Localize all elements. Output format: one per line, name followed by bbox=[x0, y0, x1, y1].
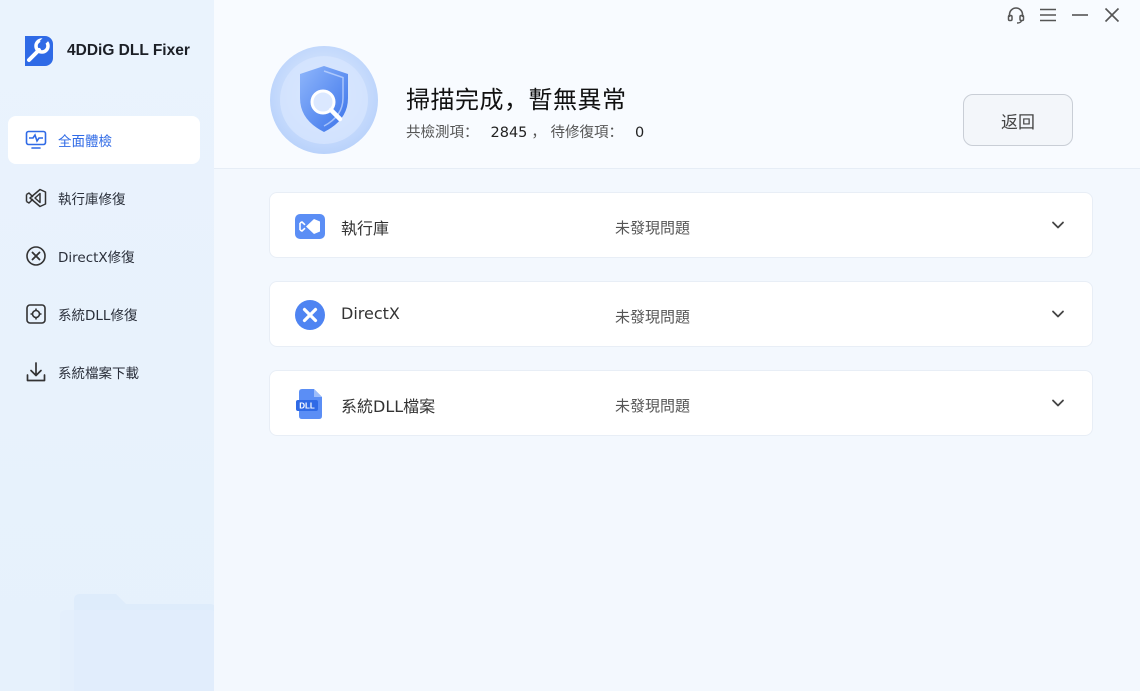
category-card-system-dll[interactable]: DLL 系統DLL檔案 未發現問題 bbox=[269, 370, 1093, 436]
sidebar-item-directx-repair[interactable]: DirectX修復 bbox=[8, 232, 200, 280]
chevron-down-icon[interactable] bbox=[1050, 395, 1066, 411]
sidebar-item-system-file-download[interactable]: 系統檔案下載 bbox=[8, 348, 200, 396]
shield-search-icon bbox=[270, 46, 378, 154]
category-card-runtime[interactable]: 執行庫 未發現問題 bbox=[269, 192, 1093, 258]
sidebar-item-full-checkup[interactable]: 全面體檢 bbox=[8, 116, 200, 164]
total-items-value: 2845 bbox=[490, 125, 528, 141]
scan-category-list: 執行庫 未發現問題 DirectX 未發現問題 DLL 系統DLL檔案 未發現問… bbox=[269, 192, 1093, 459]
sidebar-item-label: 全面體檢 bbox=[58, 134, 112, 150]
directx-icon bbox=[295, 300, 325, 330]
back-button[interactable]: 返回 bbox=[963, 94, 1073, 146]
pending-items-value: 0 bbox=[635, 125, 645, 141]
visual-studio-icon bbox=[295, 214, 325, 239]
scan-result-title: 掃描完成，暫無異常 bbox=[406, 86, 627, 114]
category-card-directx[interactable]: DirectX 未發現問題 bbox=[269, 281, 1093, 347]
sidebar-item-label: 執行庫修復 bbox=[58, 192, 126, 208]
menu-icon[interactable] bbox=[1038, 5, 1058, 25]
chevron-down-icon[interactable] bbox=[1050, 306, 1066, 322]
category-status: 未發現問題 bbox=[615, 397, 691, 415]
sidebar: 4DDiG DLL Fixer 全面體檢 執行庫修復 DirectX修復 系統D… bbox=[0, 0, 214, 691]
total-items-label: 共檢測項： bbox=[406, 125, 479, 141]
stats-separator: ， bbox=[531, 125, 546, 141]
category-name: 系統DLL檔案 bbox=[341, 397, 436, 416]
sidebar-item-label: DirectX修復 bbox=[58, 250, 135, 266]
download-icon bbox=[24, 360, 48, 384]
pulse-monitor-icon bbox=[24, 128, 48, 152]
app-logo: 4DDiG DLL Fixer bbox=[19, 32, 190, 70]
wrench-logo-icon bbox=[25, 36, 53, 66]
visual-studio-icon bbox=[24, 186, 48, 210]
app-name: 4DDiG DLL Fixer bbox=[67, 42, 190, 59]
sidebar-item-label: 系統檔案下載 bbox=[58, 366, 139, 382]
category-name: DirectX bbox=[341, 304, 400, 323]
close-icon[interactable] bbox=[1102, 5, 1122, 25]
category-status: 未發現問題 bbox=[615, 219, 691, 237]
minimize-icon[interactable] bbox=[1070, 5, 1090, 25]
category-name: 執行庫 bbox=[341, 219, 390, 238]
gear-square-icon bbox=[24, 302, 48, 326]
sidebar-item-label: 系統DLL修復 bbox=[58, 308, 138, 324]
window-controls bbox=[1006, 5, 1122, 25]
category-status: 未發現問題 bbox=[615, 308, 691, 326]
headset-icon[interactable] bbox=[1006, 5, 1026, 25]
sidebar-item-system-dll-repair[interactable]: 系統DLL修復 bbox=[8, 290, 200, 338]
sidebar-nav: 全面體檢 執行庫修復 DirectX修復 系統DLL修復 系統檔案下載 bbox=[8, 116, 200, 406]
x-circle-icon bbox=[24, 244, 48, 268]
chevron-down-icon[interactable] bbox=[1050, 217, 1066, 233]
pending-items-label: 待修復項： bbox=[550, 125, 624, 141]
svg-text:DLL: DLL bbox=[299, 402, 315, 411]
scan-result-stats: 共檢測項： 2845， 待修復項： 0 bbox=[406, 121, 648, 142]
sidebar-item-runtime-repair[interactable]: 執行庫修復 bbox=[8, 174, 200, 222]
main-panel: 掃描完成，暫無異常 共檢測項： 2845， 待修復項： 0 返回 執行庫 未發現問題… bbox=[214, 0, 1140, 691]
scan-result-header: 掃描完成，暫無異常 共檢測項： 2845， 待修復項： 0 返回 bbox=[214, 0, 1140, 169]
dll-file-icon: DLL bbox=[296, 389, 322, 419]
folder-decoration-icon bbox=[60, 594, 214, 691]
